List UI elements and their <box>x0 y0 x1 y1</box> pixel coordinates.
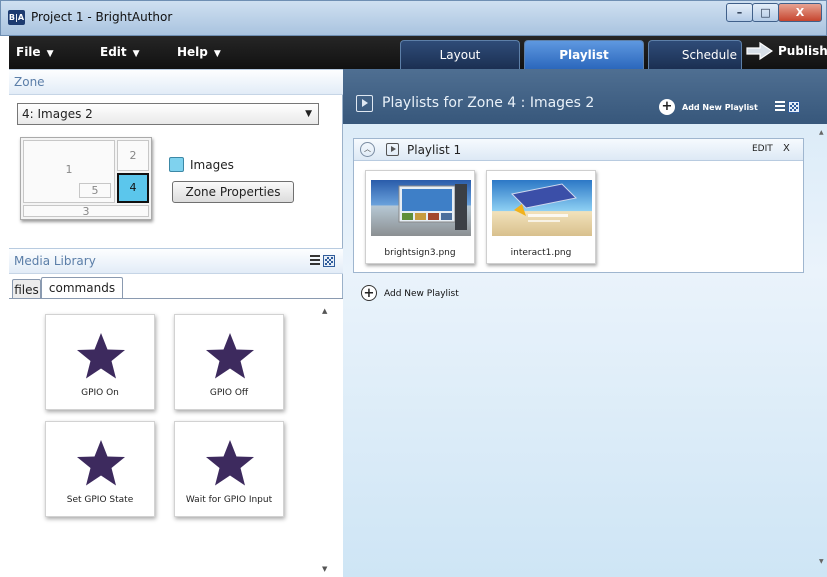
menu-help[interactable]: Help ▼ <box>177 45 221 59</box>
playlist-pane-title: Playlists for Zone 4 : Images 2 <box>382 95 595 111</box>
playlist-item[interactable]: brightsign3.png <box>365 170 475 264</box>
brightauthor-app-icon: B|A <box>8 10 25 25</box>
command-label: GPIO On <box>81 388 119 398</box>
add-new-playlist-link[interactable]: Add New Playlist <box>384 289 459 299</box>
window-titlebar: B|A Project 1 - BrightAuthor – □ X <box>0 0 827 36</box>
collapse-icon[interactable]: ︿ <box>360 142 375 157</box>
command-tile-gpio-off[interactable]: GPIO Off <box>174 314 284 410</box>
publish-label: Publish <box>778 44 827 58</box>
tab-layout[interactable]: Layout <box>400 40 520 69</box>
zone-cell-3[interactable]: 3 <box>23 205 149 217</box>
command-tile-wait-for-gpio-input[interactable]: Wait for GPIO Input <box>174 421 284 517</box>
publish-button[interactable]: Publish <box>746 41 827 61</box>
zone-type-label: Images <box>190 158 234 172</box>
scroll-up-arrow-icon[interactable]: ▲ <box>322 307 327 315</box>
remove-playlist-button[interactable]: X <box>783 143 790 154</box>
zone-cell-2[interactable]: 2 <box>117 140 149 171</box>
media-thumbnail <box>492 180 592 236</box>
list-view-icon[interactable] <box>310 255 320 265</box>
add-playlist-icon[interactable]: + <box>659 99 675 115</box>
brightsign-image-icon <box>398 184 467 230</box>
star-icon <box>206 333 254 379</box>
playlist-name: Playlist 1 <box>407 143 462 157</box>
playlist-item[interactable]: interact1.png <box>486 170 596 264</box>
chevron-down-icon: ▼ <box>132 49 140 59</box>
zone-cell-4[interactable]: 4 <box>117 173 149 203</box>
media-filename: interact1.png <box>510 248 572 258</box>
zone-section-header: Zone <box>9 69 343 95</box>
zone-layout-map: 1 2 5 4 3 <box>20 137 152 220</box>
close-button[interactable]: X <box>778 3 822 22</box>
zone-cell-5[interactable]: 5 <box>79 183 111 198</box>
add-new-playlist-link[interactable]: Add New Playlist <box>682 103 758 112</box>
menu-bar: File ▼ Edit ▼ Help ▼ Layout Playlist Schedu… <box>9 36 827 69</box>
scroll-down-arrow-icon[interactable]: ▼ <box>322 565 327 573</box>
star-icon <box>77 333 125 379</box>
publish-arrow-icon <box>746 41 773 61</box>
zone-color-swatch <box>169 157 184 172</box>
menu-edit[interactable]: Edit ▼ <box>100 45 140 59</box>
tab-playlist[interactable]: Playlist <box>524 40 644 69</box>
chevron-down-icon: ▼ <box>46 49 54 59</box>
maximize-button[interactable]: □ <box>752 3 779 22</box>
grid-view-icon[interactable] <box>788 101 800 113</box>
tab-files[interactable]: files <box>12 279 41 299</box>
chevron-down-icon: ▼ <box>213 49 221 59</box>
playlist-card: ︿ Playlist 1 EDIT X brightsign3.png inte… <box>353 138 804 273</box>
playlist-pane-header: Playlists for Zone 4 : Images 2 + Add Ne… <box>343 69 827 124</box>
scroll-up-arrow-icon[interactable]: ▲ <box>819 129 824 136</box>
media-thumbnail <box>371 180 471 236</box>
playlist-pane: Playlists for Zone 4 : Images 2 + Add Ne… <box>343 69 827 577</box>
media-library-header: Media Library <box>9 248 343 274</box>
playlist-view-toggle <box>775 101 800 113</box>
star-icon <box>77 440 125 486</box>
grid-view-icon[interactable] <box>323 255 335 267</box>
minimize-button[interactable]: – <box>726 3 753 22</box>
command-label: Wait for GPIO Input <box>185 495 273 505</box>
window-controls: – □ X <box>726 3 822 22</box>
play-icon <box>356 95 373 112</box>
list-view-icon[interactable] <box>775 101 785 111</box>
tab-schedule[interactable]: Schedule <box>648 40 742 69</box>
media-view-toggle <box>310 255 335 267</box>
command-tile-gpio-on[interactable]: GPIO On <box>45 314 155 410</box>
media-library-title: Media Library <box>14 254 96 268</box>
command-label: GPIO Off <box>209 388 249 398</box>
zone-properties-button[interactable]: Zone Properties <box>172 181 294 203</box>
command-label: Set GPIO State <box>66 495 134 505</box>
scroll-down-arrow-icon[interactable]: ▼ <box>819 558 824 565</box>
playlist-card-header: ︿ Playlist 1 EDIT X <box>354 139 803 161</box>
command-tile-set-gpio-state[interactable]: Set GPIO State <box>45 421 155 517</box>
interact-image-icon <box>510 183 578 222</box>
tab-commands[interactable]: commands <box>41 277 123 299</box>
zone-select-value: 4: Images 2 <box>22 107 93 121</box>
star-icon <box>206 440 254 486</box>
edit-playlist-button[interactable]: EDIT <box>752 144 773 154</box>
chevron-down-icon: ▼ <box>305 109 312 119</box>
left-pane: Zone 4: Images 2 ▼ 1 2 5 4 3 Images Zone… <box>9 69 343 577</box>
zone-select[interactable]: 4: Images 2 ▼ <box>17 103 319 125</box>
media-library-content: GPIO On GPIO Off Set GPIO State Wait for… <box>9 298 343 577</box>
menu-file[interactable]: File ▼ <box>16 45 53 59</box>
window-title: Project 1 - BrightAuthor <box>31 10 173 24</box>
media-filename: brightsign3.png <box>384 248 456 258</box>
play-icon[interactable] <box>386 143 399 156</box>
add-playlist-icon[interactable]: + <box>361 285 377 301</box>
